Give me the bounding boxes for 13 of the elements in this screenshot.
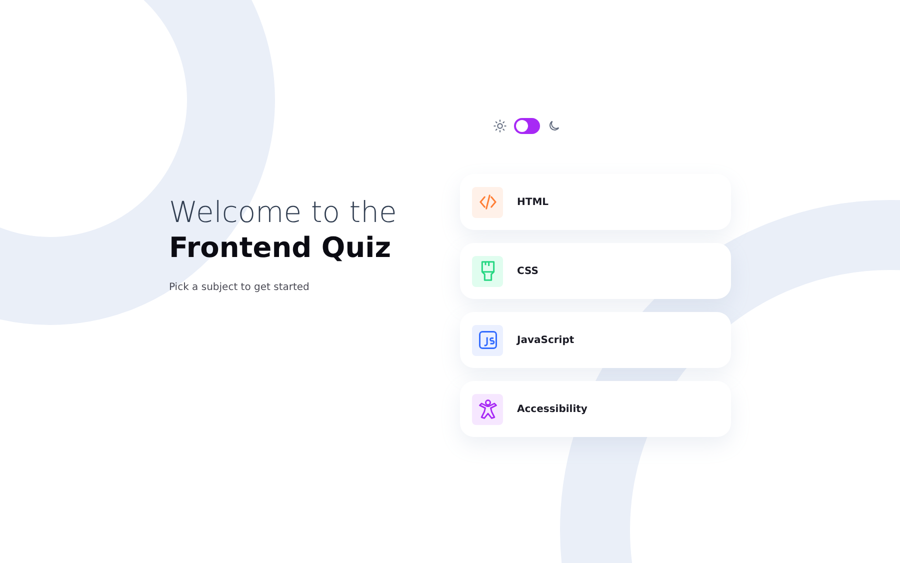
quiz-title: Frontend Quiz	[169, 230, 392, 266]
subject-option[interactable]: CSS	[460, 243, 731, 299]
js-file-icon	[476, 329, 498, 351]
moon-icon	[547, 119, 561, 133]
welcome-heading: Welcome to the	[169, 194, 398, 230]
sun-icon	[493, 119, 507, 133]
code-icon	[478, 192, 498, 212]
person-icon	[476, 398, 498, 420]
subtitle: Pick a subject to get started	[169, 282, 310, 293]
subject-option[interactable]: JavaScript	[460, 312, 731, 368]
theme-toggle[interactable]	[514, 118, 540, 134]
subject-option[interactable]: HTML	[460, 174, 731, 230]
subject-option[interactable]: Accessibility	[460, 381, 731, 437]
